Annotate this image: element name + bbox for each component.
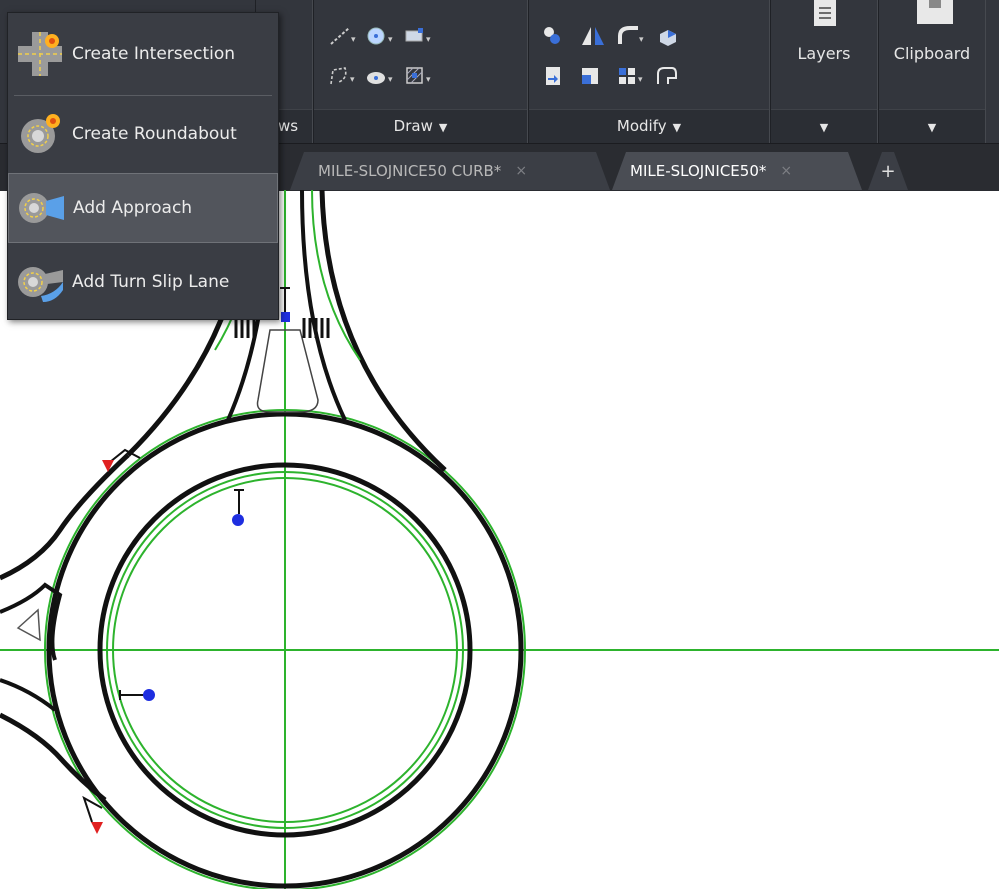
close-icon[interactable]: × (515, 163, 527, 179)
line-tool-icon[interactable]: ▾ (326, 22, 358, 50)
ellipse-tool-icon[interactable]: ▾ (364, 62, 396, 90)
intersection-icon (8, 26, 72, 82)
draw-panel-label: Draw (393, 117, 433, 135)
west-approach-lower-curb (0, 712, 107, 802)
modify-panel: ▾ ▾ Modify ▼ (528, 0, 770, 143)
tab-mile-slojnice50-curb[interactable]: MILE-SLOJNICE50 CURB* × (290, 152, 610, 190)
west-approach-upper-curb (0, 453, 130, 581)
tab-label: MILE-SLOJNICE50 CURB* (318, 162, 502, 180)
close-icon[interactable]: × (780, 163, 792, 179)
layers-icon[interactable] (814, 0, 836, 26)
svg-text:▾: ▾ (388, 75, 393, 85)
circle-tool-icon[interactable]: ▾ (364, 22, 396, 50)
scale-tool-icon[interactable] (577, 62, 609, 90)
copy-tool-icon[interactable] (539, 62, 571, 90)
clipboard-label[interactable]: Clipboard (879, 44, 985, 63)
modify-panel-footer[interactable]: Modify ▼ (529, 109, 769, 143)
menu-item-label: Add Approach (73, 198, 193, 218)
svg-text:▾: ▾ (639, 35, 644, 45)
tab-label: MILE-SLOJNICE50* (630, 162, 767, 180)
modify-dropdown-icon: ▼ (672, 121, 682, 134)
draw-dropdown-icon: ▼ (438, 121, 448, 134)
menu-separator (14, 95, 272, 96)
svg-text:▾: ▾ (351, 35, 356, 45)
rectangle-tool-icon[interactable]: ▾ (402, 22, 434, 50)
slip-lane-icon (8, 254, 72, 310)
polyline-tool-icon[interactable]: ▾ (326, 62, 358, 90)
approach-icon (9, 180, 73, 236)
clipboard-panel-footer[interactable]: ▼ (879, 109, 985, 143)
roundabout-icon (8, 106, 72, 162)
new-tab-button[interactable]: + (868, 152, 908, 190)
modify-panel-label: Modify (616, 117, 667, 135)
north-splitter-island (256, 329, 319, 413)
draw-panel-footer[interactable]: Draw ▼ (314, 109, 527, 143)
menu-item-create-roundabout[interactable]: Create Roundabout (8, 99, 278, 169)
move-tool-icon[interactable] (539, 22, 571, 50)
menu-item-label: Add Turn Slip Lane (72, 272, 230, 292)
explode-tool-icon[interactable] (653, 22, 685, 50)
svg-text:▾: ▾ (638, 75, 643, 85)
paste-icon[interactable] (913, 0, 957, 26)
blue-marker-island-top (232, 489, 244, 526)
clipboard-panel: Clipboard ▼ (878, 0, 986, 143)
menu-item-label: Create Roundabout (72, 124, 237, 144)
hatch-tool-icon[interactable]: ▾ (402, 62, 434, 90)
clipboard-dropdown-icon: ▼ (927, 121, 937, 134)
blue-marker-top (280, 287, 290, 322)
draw-panel: ▾ ▾ ▾ ▾ ▾ ▾ Draw ▼ (313, 0, 528, 143)
layers-panel-footer[interactable]: ▼ (771, 109, 877, 143)
blue-marker-island-left (119, 689, 155, 701)
svg-text:▾: ▾ (426, 35, 431, 45)
mirror-tool-icon[interactable] (577, 22, 609, 50)
intersections-dropdown-menu: Create Intersection Create Roundabout Ad… (7, 12, 279, 320)
svg-text:▾: ▾ (388, 35, 393, 45)
west-splitter-island (16, 608, 41, 642)
menu-item-label: Create Intersection (72, 44, 236, 64)
layers-panel: Layers ▼ (770, 0, 878, 143)
array-tool-icon[interactable]: ▾ (615, 62, 647, 90)
views-panel-label: ws (278, 117, 299, 135)
menu-item-create-intersection[interactable]: Create Intersection (8, 19, 278, 89)
menu-item-add-approach[interactable]: Add Approach (8, 173, 278, 243)
layers-dropdown-icon: ▼ (819, 121, 829, 134)
svg-text:▾: ▾ (350, 75, 355, 85)
fillet-tool-icon[interactable]: ▾ (615, 22, 647, 50)
svg-text:▾: ▾ (426, 75, 431, 85)
offset-tool-icon[interactable] (653, 62, 685, 90)
menu-item-add-turn-slip-lane[interactable]: Add Turn Slip Lane (8, 247, 278, 317)
tab-mile-slojnice50[interactable]: MILE-SLOJNICE50* × (612, 152, 862, 190)
layers-label[interactable]: Layers (771, 44, 877, 63)
north-approach-right-curb (319, 189, 447, 472)
